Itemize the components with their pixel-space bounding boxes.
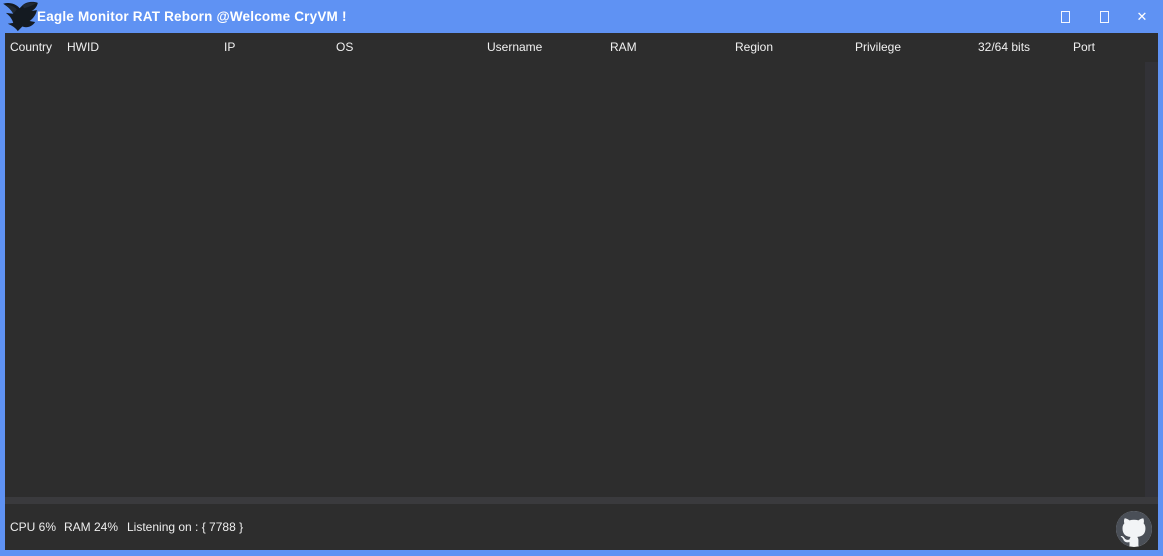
maximize-glyph-box <box>1100 11 1109 23</box>
column-header-bits[interactable]: 32/64 bits <box>978 33 1030 62</box>
vertical-scrollbar[interactable] <box>1145 62 1158 497</box>
client-table-header: Country HWID IP OS Username RAM Region P… <box>5 33 1158 62</box>
ram-usage-label: RAM 24% <box>64 504 118 550</box>
column-header-ip[interactable]: IP <box>224 33 235 62</box>
client-list <box>5 62 1158 497</box>
column-header-region[interactable]: Region <box>735 33 773 62</box>
column-header-port[interactable]: Port <box>1073 33 1095 62</box>
listening-port-label: Listening on : { 7788 } <box>127 504 243 550</box>
column-header-ram[interactable]: RAM <box>610 33 637 62</box>
cpu-usage-label: CPU 6% <box>10 504 56 550</box>
main-content: Country HWID IP OS Username RAM Region P… <box>5 33 1158 550</box>
horizontal-scrollbar[interactable] <box>5 497 1158 504</box>
titlebar: Eagle Monitor RAT Reborn @Welcome CryVM … <box>0 0 1163 33</box>
minimize-glyph-box <box>1061 11 1070 23</box>
column-header-hwid[interactable]: HWID <box>67 33 99 62</box>
app-window: Eagle Monitor RAT Reborn @Welcome CryVM … <box>0 0 1163 556</box>
minimize-button[interactable] <box>1053 0 1077 33</box>
eagle-logo-icon <box>2 1 39 32</box>
column-header-username[interactable]: Username <box>487 33 542 62</box>
column-header-os[interactable]: OS <box>336 33 353 62</box>
maximize-button[interactable] <box>1092 0 1116 33</box>
window-title: Eagle Monitor RAT Reborn @Welcome CryVM … <box>37 0 347 33</box>
column-header-privilege[interactable]: Privilege <box>855 33 901 62</box>
close-icon: ✕ <box>1137 10 1148 23</box>
close-button[interactable]: ✕ <box>1130 0 1154 33</box>
statusbar: CPU 6% RAM 24% Listening on : { 7788 } <box>5 504 1158 550</box>
github-icon[interactable] <box>1116 511 1152 547</box>
column-header-country[interactable]: Country <box>10 33 52 62</box>
